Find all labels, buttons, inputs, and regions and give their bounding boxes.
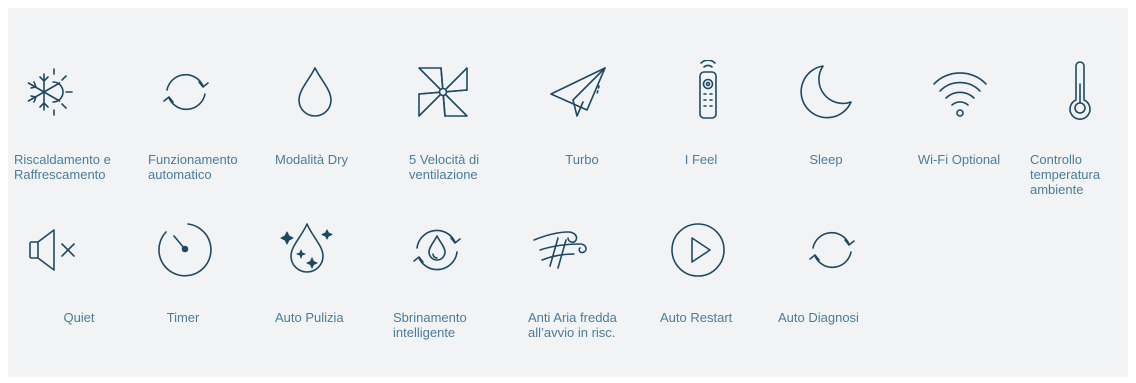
- play-circle-icon: [666, 218, 730, 282]
- wifi-icon: [928, 60, 992, 124]
- sparkling-drop-icon: [275, 218, 339, 282]
- snowflake-sun-icon: [20, 60, 84, 124]
- feature-label: Controllo temperatura ambiente: [1030, 152, 1101, 197]
- feature-label: Sleep: [809, 152, 843, 167]
- feature-label: Riscaldamento e Raffrescamento: [14, 152, 111, 182]
- defrost-cycle-icon: [405, 218, 469, 282]
- feature-label: Auto Pulizia: [275, 310, 344, 325]
- pinwheel-fan-icon: [411, 60, 475, 124]
- feature-label: Anti Aria fredda all’avvio in risc.: [528, 310, 617, 340]
- feature-label: Timer: [166, 310, 200, 325]
- feature-label: Quiet: [63, 310, 95, 325]
- feature-label: Modalità Dry: [275, 152, 348, 167]
- water-drop-icon: [283, 60, 347, 124]
- auto-cycle-icon: [154, 60, 218, 124]
- crescent-moon-icon: [793, 60, 857, 124]
- auto-diagnosis-cycle-icon: [800, 218, 864, 282]
- speaker-mute-icon: [22, 218, 86, 282]
- feature-label: 5 Velocità di ventilazione: [409, 152, 480, 182]
- paper-plane-icon: [547, 60, 611, 124]
- feature-label: Auto Diagnosi: [778, 310, 859, 325]
- feature-label: Wi-Fi Optional: [917, 152, 1001, 167]
- feature-label: Sbrinamento intelligente: [393, 310, 467, 340]
- timer-icon: [152, 218, 216, 282]
- wind-gust-icon: [528, 218, 592, 282]
- remote-control-icon: [676, 60, 740, 124]
- feature-label: I Feel: [684, 152, 718, 167]
- feature-label: Funzionamento automatico: [148, 152, 238, 182]
- feature-label: Turbo: [565, 152, 599, 167]
- features-panel: Riscaldamento e Raffrescamento Funzionam…: [8, 8, 1128, 377]
- thermometer-icon: [1048, 60, 1112, 124]
- feature-label: Auto Restart: [660, 310, 733, 325]
